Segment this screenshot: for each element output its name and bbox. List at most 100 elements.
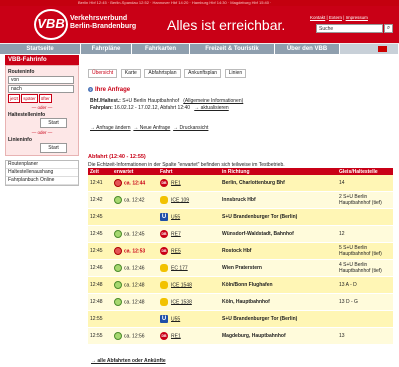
stop-start-button[interactable]: Start	[40, 118, 67, 128]
stop-value: S+U Berlin Hauptbahnhof	[122, 98, 180, 104]
extern-link[interactable]: Extern	[329, 15, 342, 20]
train-link[interactable]: RE1	[171, 180, 181, 186]
tab-overview[interactable]: Übersicht	[88, 69, 118, 78]
train-link[interactable]: U55	[171, 316, 180, 322]
trip-cell: DB RE5	[158, 242, 220, 260]
tab-lines[interactable]: Linien	[224, 69, 247, 78]
departure-time: 12:42	[88, 191, 112, 209]
brand-name: Verkehrsverbund Berlin-Brandenburg	[70, 15, 136, 31]
ticker-text: Berlin Hbf 12:45 · Berlin-Spandau 12:52 …	[78, 0, 272, 5]
train-link[interactable]: ICE 109	[171, 197, 189, 203]
new-request-link[interactable]: → Neue Anfrage	[133, 125, 170, 131]
sidebar-item-route-planner[interactable]: Routenplaner	[6, 161, 78, 169]
train-link[interactable]: U55	[171, 214, 180, 220]
platform: 14	[337, 175, 393, 192]
realtime-status-icon	[114, 247, 122, 255]
to-field[interactable]: nach	[8, 85, 74, 93]
from-field[interactable]: von	[8, 76, 74, 84]
tab-map[interactable]: Karte	[120, 69, 141, 78]
sidebar-title: VBB-Fahrinfo	[5, 55, 79, 65]
realtime-status-icon	[114, 332, 122, 340]
platform	[337, 208, 393, 226]
train-link[interactable]: EC 177	[171, 265, 188, 271]
request-title: Ihre Anfrage	[95, 87, 131, 93]
table-row: 12:42 ca. 12:42 ICE 109 Innsbruck Hbf 2 S+U …	[88, 191, 393, 209]
later-button[interactable]: später	[21, 94, 38, 103]
expected-time: ca. 12:45	[112, 225, 158, 243]
platform: 12	[337, 225, 393, 243]
nav-tickets[interactable]: Fahrkarten	[132, 44, 190, 54]
search-input[interactable]: Suche	[316, 24, 383, 33]
departure-time: 12:55	[88, 310, 112, 328]
long-distance-train-icon	[160, 264, 168, 272]
departures-title: Abfahrt (12:40 - 12:55)	[88, 154, 146, 160]
table-header: Zeit erwartet Fahrt in Richtung Gleis/Ha…	[88, 168, 393, 175]
tab-bar: Übersicht Karte Abfahrtsplan Ankunftspla…	[88, 69, 248, 78]
all-departures-link[interactable]: → alle Abfahrten oder Ankünfte	[91, 358, 166, 364]
u-bahn-icon: U	[160, 213, 168, 221]
expected-time: ca. 12:42	[112, 191, 158, 209]
general-info-link[interactable]: (Allgemeine Informationen)	[183, 98, 243, 104]
search-button[interactable]: ⌕	[384, 24, 393, 33]
regional-train-icon: DB	[160, 247, 168, 255]
nav-about[interactable]: Über den VBB	[275, 44, 340, 54]
departure-time: 12:48	[88, 276, 112, 294]
trip-cell: U U55	[158, 310, 220, 328]
trip-cell: U U55	[158, 208, 220, 226]
trip-cell: ICE 1538	[158, 293, 220, 311]
table-row: 12:48 ca. 12:48 ICE 1548 Köln/Bonn Flughafe…	[88, 276, 393, 294]
now-button[interactable]: jetzt	[8, 94, 21, 103]
line-start-button[interactable]: Start	[40, 143, 67, 153]
direction: S+U Brandenburger Tor (Berlin)	[220, 310, 337, 328]
main-nav: Startseite Fahrpläne Fahrkarten Freizeit…	[0, 43, 399, 54]
direction: Innsbruck Hbf	[220, 191, 337, 209]
direction: Rostock Hbf	[220, 242, 337, 260]
platform: 13	[337, 327, 393, 345]
realtime-status-icon	[114, 179, 122, 187]
col-expected: erwartet	[112, 168, 158, 175]
direction: S+U Brandenburger Tor (Berlin)	[220, 208, 337, 226]
realtime-status-icon	[114, 196, 122, 204]
direction: Magdeburg, Hauptbahnhof	[220, 327, 337, 345]
col-direction: in Richtung	[220, 168, 337, 175]
nav-leisure[interactable]: Freizeit & Touristik	[190, 44, 275, 54]
platform: 13 D - G	[337, 293, 393, 311]
request-heading: ? Ihre Anfrage	[88, 87, 130, 93]
contact-link[interactable]: Kontakt	[310, 15, 325, 20]
sidebar-item-stop-notice[interactable]: Haltestellenaushang	[6, 169, 78, 177]
tab-arrivals[interactable]: Ankunftsplan	[184, 69, 222, 78]
departures-table: Zeit erwartet Fahrt in Richtung Gleis/Ha…	[88, 168, 393, 345]
brand-line-2: Berlin-Brandenburg	[70, 23, 137, 30]
or-divider-2: — oder —	[31, 130, 53, 135]
site-header: VBB Verkehrsverbund Berlin-Brandenburg A…	[0, 6, 399, 43]
trip-cell: ICE 109	[158, 191, 220, 209]
refresh-link[interactable]: → aktualisieren	[194, 105, 228, 111]
vbb-logo[interactable]: VBB	[34, 9, 68, 40]
language-flag-icon[interactable]	[378, 46, 387, 52]
expected-value: ca. 12:48	[124, 282, 145, 289]
search-icon: ⌕	[386, 25, 391, 31]
expected-time: ca. 12:46	[112, 259, 158, 277]
departure-time: 12:55	[88, 327, 112, 345]
table-row: 12:48 ca. 12:48 ICE 1538 Köln, Hauptbahnhof…	[88, 293, 393, 311]
nav-timetables[interactable]: Fahrpläne	[81, 44, 132, 54]
tab-departures[interactable]: Abfahrtsplan	[144, 69, 181, 78]
imprint-link[interactable]: Impressum	[346, 15, 368, 20]
train-link[interactable]: ICE 1538	[171, 299, 192, 305]
route-form: Routeninfo von nach jetzt später öfter — o…	[5, 65, 79, 156]
train-link[interactable]: RE1	[171, 333, 181, 339]
sidebar-links: Routenplaner Haltestellenaushang Fahrpla…	[5, 160, 79, 186]
platform: 5 S+U Berlin Hauptbahnhof (tief)	[337, 242, 393, 260]
platform: 4 S+U Berlin Hauptbahnhof (tief)	[337, 259, 393, 277]
print-view-link[interactable]: → Druckansicht	[173, 125, 208, 131]
time-buttons: jetzt später öfter	[8, 94, 76, 103]
stop-label: Bhf./Haltest.:	[90, 98, 121, 104]
sidebar-item-timetable-book[interactable]: Fahrplanbuch Online	[6, 177, 78, 185]
train-link[interactable]: ICE 1548	[171, 282, 192, 288]
train-link[interactable]: RE7	[171, 231, 181, 237]
more-button[interactable]: öfter	[38, 94, 52, 103]
train-link[interactable]: RE5	[171, 248, 181, 254]
table-row: 12:55 U U55 S+U Brandenburger Tor (Berlin)	[88, 310, 393, 328]
nav-home[interactable]: Startseite	[0, 44, 81, 54]
change-request-link[interactable]: → Anfrage ändern	[90, 125, 131, 131]
